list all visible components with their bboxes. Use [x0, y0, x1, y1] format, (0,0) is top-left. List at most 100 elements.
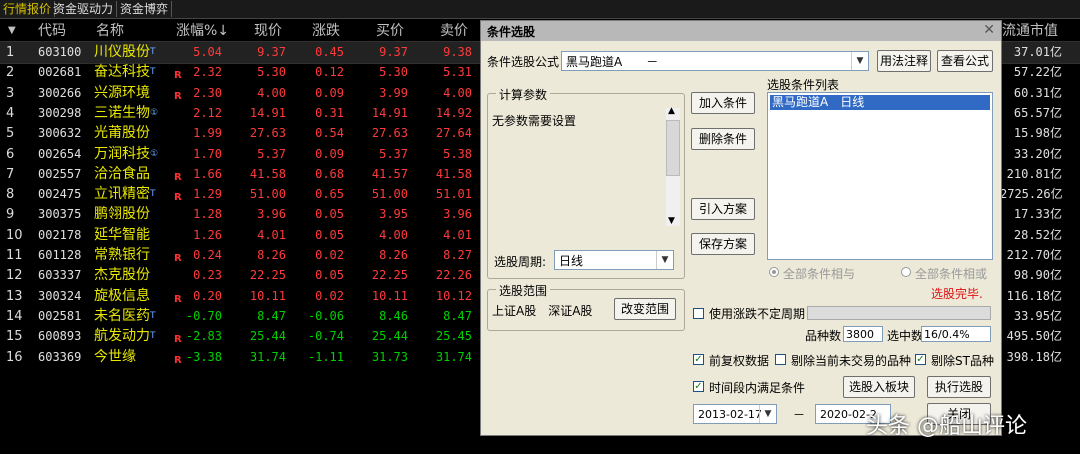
period-select[interactable]: 日线 ▼: [554, 250, 674, 270]
add-condition-button[interactable]: 加入条件: [691, 92, 755, 114]
save-plan-button[interactable]: 保存方案: [691, 233, 755, 255]
ask-price: 51.01: [435, 187, 472, 202]
market-cap: 2725.26亿: [1000, 187, 1063, 202]
col-price[interactable]: 现价: [254, 20, 282, 42]
flag-icon: ①: [150, 107, 159, 118]
price-change: 0.05: [315, 227, 344, 242]
price-change: 0.09: [315, 85, 344, 100]
exclude-untraded-checkbox[interactable]: [775, 354, 786, 365]
period-value: 日线: [559, 254, 584, 268]
row-index: 11: [6, 248, 23, 263]
col-name[interactable]: 名称: [96, 20, 124, 42]
col-sell[interactable]: 卖价: [440, 20, 468, 42]
formula-select[interactable]: 黑马跑道A － ▼: [561, 51, 869, 71]
stock-name: 立讯精密T: [94, 186, 156, 203]
close-icon[interactable]: ✕: [983, 22, 995, 38]
dialog-titlebar[interactable]: 条件选股 ✕: [481, 21, 1001, 41]
stock-code: 002178: [38, 227, 82, 242]
bid-price: 25.44: [371, 329, 408, 344]
col-market-cap[interactable]: 流通市值: [1002, 20, 1058, 42]
stock-screen-dialog: 条件选股 ✕ 条件选股公式 黑马跑道A － ▼ 用法注释 查看公式 计算参数 无…: [480, 20, 1002, 436]
col-buy[interactable]: 买价: [376, 20, 404, 42]
market-cap: 98.90亿: [1013, 268, 1062, 283]
price-change: 0.02: [315, 288, 344, 303]
radio-or[interactable]: [901, 267, 911, 277]
current-price: 4.00: [257, 85, 286, 100]
exclude-st-checkbox[interactable]: ✓: [915, 354, 926, 365]
market-cap: 65.57亿: [1013, 105, 1062, 120]
view-formula-button[interactable]: 查看公式: [937, 50, 993, 72]
scroll-up-icon[interactable]: ▲: [668, 106, 675, 116]
import-plan-button[interactable]: 引入方案: [691, 198, 755, 220]
tab-capital-game[interactable]: 资金博弈: [117, 1, 173, 17]
market-cap: 212.70亿: [1006, 248, 1062, 262]
date-from-select[interactable]: 2013-02-17 ▼: [693, 404, 777, 424]
ask-price: 5.38: [443, 146, 472, 161]
delete-condition-button[interactable]: 删除条件: [691, 128, 755, 150]
row-index: 2: [6, 65, 15, 81]
ask-price: 4.01: [443, 227, 472, 242]
market-cap: 33.95亿: [1013, 308, 1062, 323]
to-block-button[interactable]: 选股入板块: [843, 376, 915, 398]
price-change: -0.06: [307, 308, 344, 323]
time-range-checkbox[interactable]: ✓: [693, 381, 704, 392]
time-range-label: 时间段内满足条件: [709, 381, 806, 395]
condition-list-label: 选股条件列表: [767, 78, 840, 92]
ask-price: 27.64: [435, 126, 472, 141]
ask-price: 14.92: [435, 105, 472, 120]
bid-price: 10.11: [371, 288, 408, 303]
pct-change: 1.29: [193, 187, 222, 202]
usage-notes-button[interactable]: 用法注释: [877, 50, 931, 72]
stock-code: 002557: [38, 166, 82, 181]
bid-price: 3.95: [379, 207, 408, 222]
sort-arrow-icon[interactable]: ▼: [8, 20, 16, 42]
stock-name: 洽洽食品: [94, 165, 150, 182]
col-change[interactable]: 涨跌: [312, 20, 340, 42]
radio-or-label: 全部条件相或: [915, 267, 988, 281]
tab-quotes[interactable]: 行情报价: [0, 1, 56, 17]
ask-price: 25.45: [435, 329, 472, 344]
chevron-down-icon[interactable]: ▼: [851, 52, 868, 70]
stock-code: 601128: [38, 248, 82, 262]
flag-icon: ①: [150, 148, 159, 159]
price-change: 0.12: [315, 65, 344, 80]
scroll-down-icon[interactable]: ▼: [668, 216, 675, 226]
indef-period-label: 使用涨跌不定周期: [709, 307, 806, 321]
stock-code: 603369: [38, 349, 82, 364]
tab-capital-drive[interactable]: 资金驱动力: [50, 1, 118, 17]
indef-period-checkbox[interactable]: [693, 308, 704, 319]
period-label: 选股周期:: [494, 255, 547, 269]
condition-list[interactable]: 黑马跑道A 日线: [767, 92, 993, 260]
col-code[interactable]: 代码: [38, 20, 66, 42]
current-price: 14.91: [249, 105, 286, 120]
col-pct[interactable]: 涨幅%↓: [176, 20, 229, 42]
bid-price: 5.30: [379, 65, 408, 80]
list-item[interactable]: 黑马跑道A 日线: [770, 95, 990, 110]
params-scrollbar[interactable]: ▲ ▼: [666, 106, 680, 226]
radio-and[interactable]: [769, 267, 779, 277]
pct-change: 2.30: [193, 85, 222, 100]
stock-code: 002581: [38, 308, 82, 323]
fq-checkbox[interactable]: ✓: [693, 354, 704, 365]
progress-bar: [807, 306, 991, 320]
current-price: 22.25: [249, 268, 286, 283]
ask-price: 3.96: [443, 207, 472, 222]
stock-name: 杰克股份: [94, 267, 150, 284]
stock-code: 002681: [38, 65, 82, 80]
bid-price: 41.57: [371, 166, 408, 181]
stock-code: 603100: [38, 45, 82, 59]
stock-code: 300298: [38, 105, 82, 120]
change-range-button[interactable]: 改变范围: [614, 298, 676, 320]
price-change: 0.45: [315, 45, 344, 59]
current-price: 8.47: [257, 308, 286, 323]
bid-price: 3.99: [379, 85, 408, 100]
run-screen-button[interactable]: 执行选股: [927, 376, 991, 398]
chevron-down-icon[interactable]: ▼: [759, 405, 776, 423]
stock-name: 今世缘: [94, 348, 136, 365]
chevron-down-icon[interactable]: ▼: [656, 251, 673, 269]
pct-change: 5.04: [193, 45, 222, 59]
flag-icon: T: [150, 47, 156, 57]
flag-icon: T: [150, 331, 156, 342]
pct-change: -0.70: [185, 308, 222, 323]
scroll-thumb[interactable]: [666, 120, 680, 176]
